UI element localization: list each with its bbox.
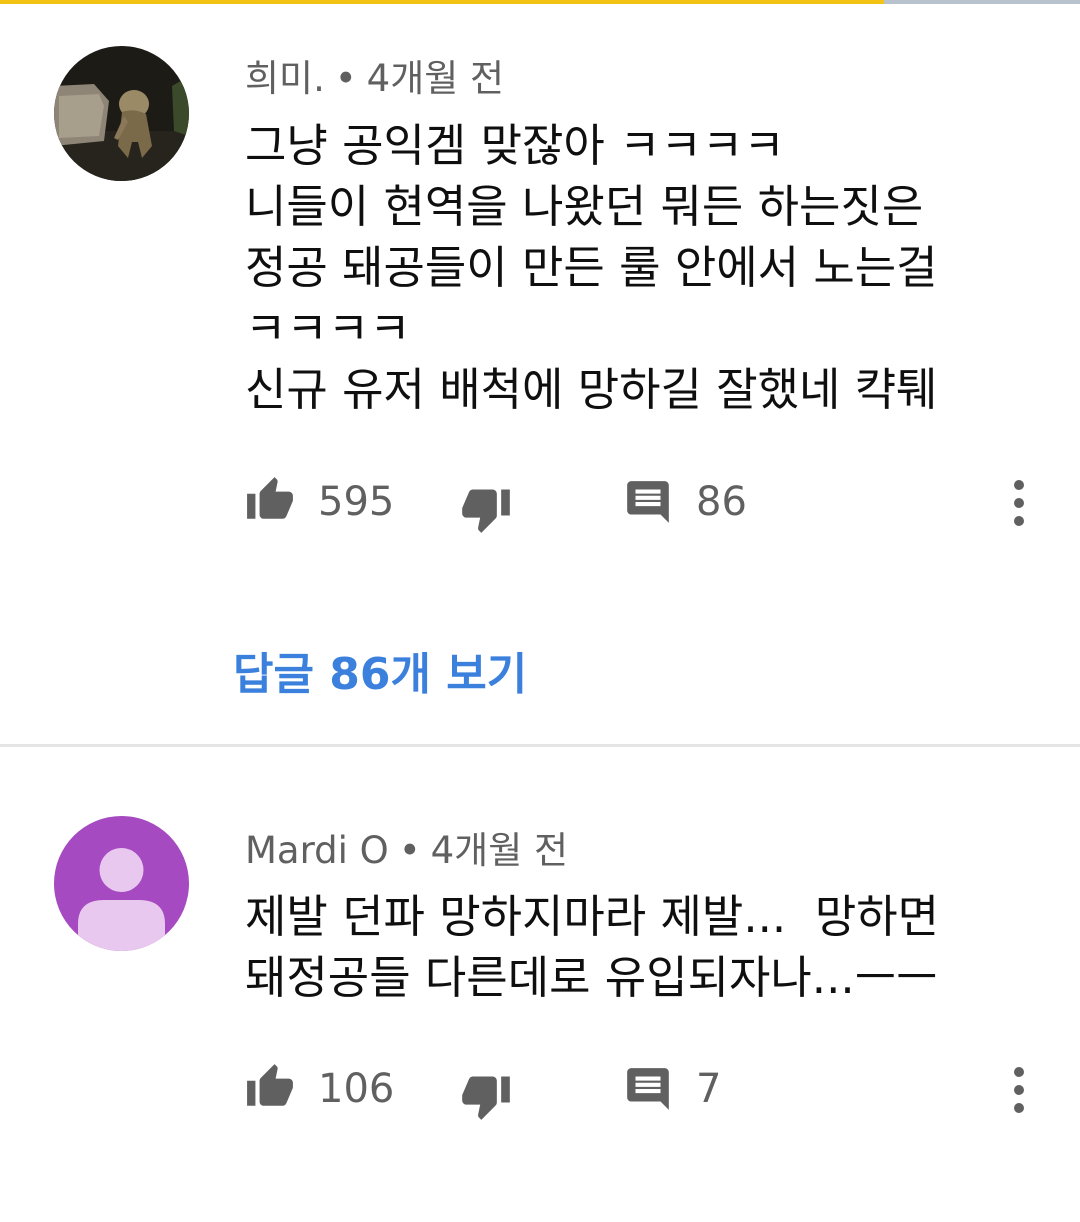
reply-count: 86: [696, 479, 747, 525]
more-options-icon[interactable]: [1004, 478, 1034, 532]
comment-line: ㅋㅋㅋㅋ: [245, 302, 411, 355]
comment-line: 니들이 현역을 나왔던 뭐든 하는짓은: [245, 180, 924, 233]
dislike-icon[interactable]: [460, 483, 512, 539]
comment-line: 신규 유저 배척에 망하길 잘했네 캭퉤: [245, 363, 938, 416]
video-progress-bar[interactable]: [0, 0, 1080, 4]
comment-text: 그냥 공익겜 맞잖아 ㅋㅋㅋㅋ 니들이 현역을 나왔던 뭐든 하는짓은 정공 돼…: [245, 115, 1025, 420]
comment-line: 그냥 공익겜 맞잖아 ㅋㅋㅋㅋ: [245, 119, 785, 172]
reply-icon[interactable]: [623, 477, 673, 531]
comment-meta: 희미. • 4개월 전: [245, 48, 504, 102]
timestamp: 4개월 전: [430, 829, 569, 872]
comment-actions: 106 7: [245, 1062, 1045, 1122]
comment-meta: Mardi O • 4개월 전: [245, 820, 568, 874]
dislike-icon[interactable]: [460, 1070, 512, 1126]
more-options-icon[interactable]: [1004, 1065, 1034, 1119]
comment-divider: [0, 744, 1080, 747]
avatar[interactable]: [54, 816, 189, 951]
comment-line: 제발 던파 망하지마라 제발... 망하면: [245, 890, 940, 943]
comment-actions: 595 86: [245, 475, 1045, 535]
like-icon[interactable]: [245, 475, 295, 529]
author-name[interactable]: Mardi O: [245, 829, 389, 872]
like-icon[interactable]: [245, 1062, 295, 1116]
timestamp: 4개월 전: [366, 57, 505, 100]
progress-played: [0, 0, 884, 4]
progress-remaining: [884, 0, 1080, 4]
like-count: 595: [318, 479, 395, 525]
comment-line: 정공 돼공들이 만든 룰 안에서 노는걸: [245, 241, 938, 294]
like-count: 106: [318, 1066, 395, 1112]
photo-avatar-icon: [54, 46, 189, 181]
avatar[interactable]: [54, 46, 189, 181]
reply-icon[interactable]: [623, 1064, 673, 1118]
view-replies-link[interactable]: 답글 86개 보기: [233, 638, 527, 702]
comment-text: 제발 던파 망하지마라 제발... 망하면 돼정공들 다른데로 유입되자나...…: [245, 886, 1025, 1008]
reply-count: 7: [696, 1066, 722, 1112]
separator-dot: •: [398, 829, 421, 872]
default-person-avatar-icon: [54, 816, 189, 951]
comment-line: 돼정공들 다른데로 유입되자나...ㅡㅡ: [245, 951, 938, 1004]
separator-dot: •: [334, 57, 357, 100]
author-name[interactable]: 희미.: [245, 57, 325, 100]
